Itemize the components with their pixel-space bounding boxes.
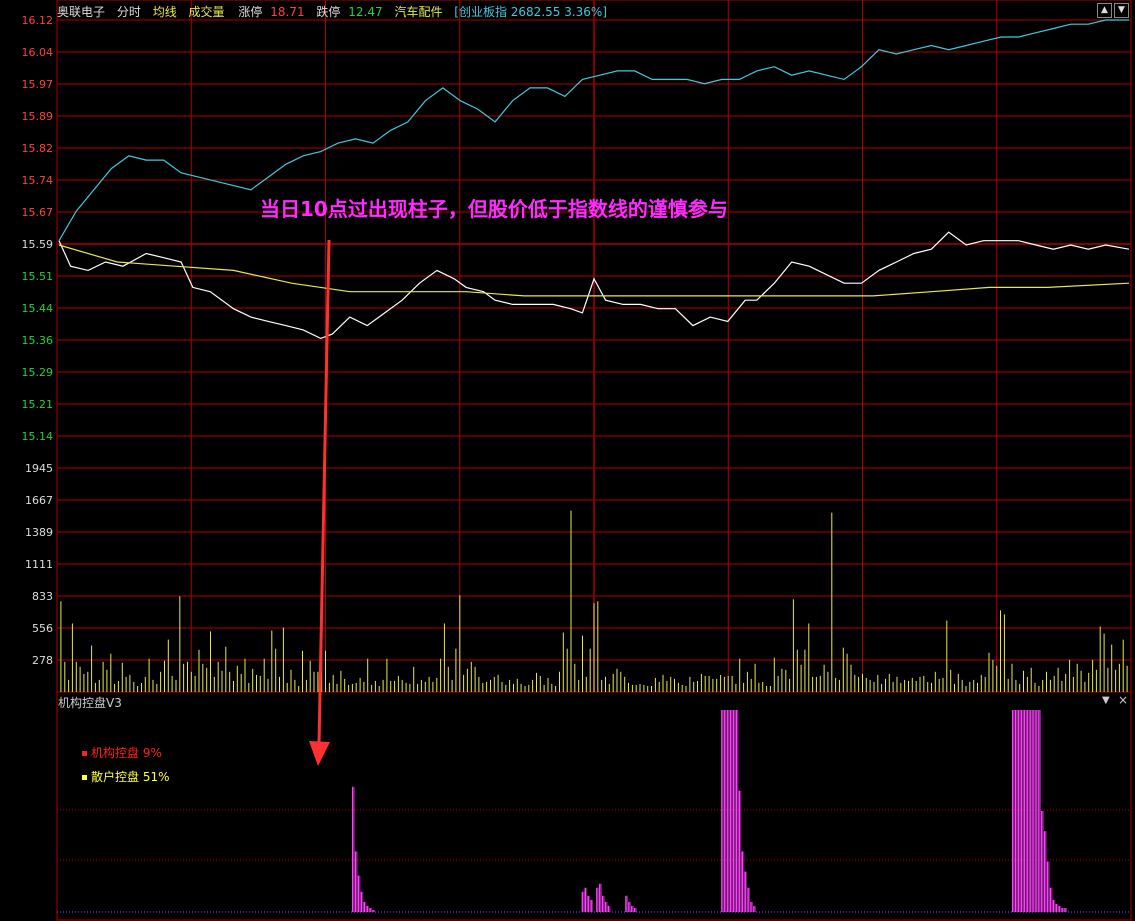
volume-tick-label: 1945 bbox=[25, 462, 53, 475]
price-tick-label: 15.97 bbox=[22, 78, 54, 91]
volume-tick-label: 1111 bbox=[25, 558, 53, 571]
limit-down-value: 12.47 bbox=[348, 5, 383, 19]
price-tick-label: 15.36 bbox=[22, 334, 54, 347]
volume-tick-label: 1389 bbox=[25, 526, 53, 539]
intraday-chart[interactable]: 16.12 16.04 15.97 15.89 15.82 15.74 15.67 15.59… bbox=[0, 0, 1135, 921]
sector-name[interactable]: 汽车配件 bbox=[394, 5, 442, 19]
index-info[interactable]: [创业板指 2682.55 3.36%] bbox=[454, 5, 607, 19]
limit-down-label: 跌停 bbox=[316, 5, 341, 19]
tab-minute[interactable]: 分时 bbox=[117, 5, 141, 19]
price-tick-label: 15.21 bbox=[22, 398, 54, 411]
legend-retail-label: 散户控盘 51% bbox=[91, 770, 170, 784]
legend-institutional: 机构控盘 9% bbox=[82, 744, 162, 761]
tab-volume[interactable]: 成交量 bbox=[189, 5, 225, 19]
chart-header: 奥联电子 分时 均线 成交量 涨停 18.71 跌停 12.47 汽车配件 [创… bbox=[57, 3, 615, 19]
volume-tick-label: 556 bbox=[32, 622, 53, 635]
indicator-title[interactable]: 机构控盘V3 bbox=[58, 694, 122, 711]
price-tick-label: 16.04 bbox=[22, 46, 54, 59]
arrow-head bbox=[309, 741, 330, 766]
arrow-shaft bbox=[317, 239, 331, 745]
legend-retail: 散户控盘 51% bbox=[82, 768, 170, 785]
price-tick-label: 15.74 bbox=[22, 174, 54, 187]
price-tick-label: 16.12 bbox=[22, 14, 54, 27]
tab-average-line[interactable]: 均线 bbox=[153, 5, 177, 19]
volume-tick-label: 833 bbox=[32, 590, 53, 603]
limit-up-label: 涨停 bbox=[238, 5, 263, 19]
price-tick-label: 15.29 bbox=[22, 366, 54, 379]
volume-tick-label: 278 bbox=[32, 654, 53, 667]
price-tick-label: 15.59 bbox=[22, 238, 54, 251]
legend-swatch-yellow bbox=[82, 775, 87, 780]
price-tick-label: 15.89 bbox=[22, 110, 54, 123]
limit-up-value: 18.71 bbox=[270, 5, 305, 19]
zoom-up-icon[interactable]: ▲ bbox=[1097, 3, 1112, 18]
stock-name: 奥联电子 bbox=[57, 5, 106, 19]
legend-swatch-red bbox=[82, 751, 87, 756]
close-icon[interactable]: × bbox=[1118, 693, 1128, 707]
price-tick-label: 15.82 bbox=[22, 142, 54, 155]
price-tick-label: 15.44 bbox=[22, 302, 54, 315]
zoom-down-icon[interactable]: ▼ bbox=[1114, 3, 1129, 18]
volume-tick-label: 1667 bbox=[25, 494, 53, 507]
chart-annotation: 当日10点过出现柱子，但股价低于指数线的谨慎参与 bbox=[260, 197, 728, 221]
legend-institutional-label: 机构控盘 9% bbox=[91, 746, 162, 760]
price-tick-label: 15.67 bbox=[22, 206, 54, 219]
price-tick-label: 15.51 bbox=[22, 270, 54, 283]
price-tick-label: 15.14 bbox=[22, 430, 54, 443]
dropdown-icon[interactable]: ▼ bbox=[1102, 695, 1110, 706]
